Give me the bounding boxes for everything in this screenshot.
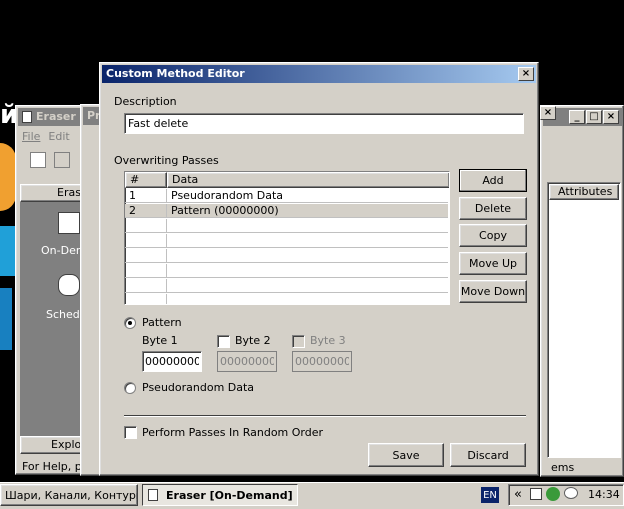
byte1-input[interactable]	[142, 351, 202, 372]
right-window[interactable]: _ □ × Attributes ems	[540, 105, 624, 477]
desktop-orange-shape	[0, 143, 16, 211]
column-header-data[interactable]: Data	[167, 172, 449, 188]
empty-row	[125, 234, 448, 248]
empty-row	[125, 249, 448, 263]
explorer-bar[interactable]: Explor	[20, 436, 88, 454]
toolbar-copy-icon[interactable]	[54, 152, 70, 168]
network-icon[interactable]	[530, 488, 542, 500]
document-icon	[148, 489, 158, 501]
document-icon	[22, 111, 32, 123]
move-down-button[interactable]: Move Down	[459, 280, 527, 303]
shield-check-icon[interactable]	[546, 487, 560, 501]
description-input[interactable]	[124, 113, 524, 134]
chat-bubble-icon[interactable]	[564, 487, 578, 499]
byte2-checkbox[interactable]	[217, 335, 230, 348]
tray-chevron-icon[interactable]: «	[514, 487, 522, 502]
pattern-label: Pattern	[142, 316, 182, 329]
taskbar-task-eraser[interactable]: Eraser [On-Demand]	[142, 484, 298, 506]
eraser-menubar: File Edit	[22, 130, 70, 143]
description-label: Description	[114, 95, 177, 108]
pseudorandom-radio[interactable]	[124, 382, 136, 394]
close-button[interactable]: ×	[603, 110, 619, 124]
maximize-button[interactable]: □	[586, 110, 602, 124]
move-up-button[interactable]: Move Up	[459, 252, 527, 275]
table-row[interactable]: 1 Pseudorandom Data	[125, 189, 448, 203]
save-button[interactable]: Save	[368, 443, 444, 467]
minimize-button[interactable]: _	[569, 110, 585, 124]
pseudorandom-label: Pseudorandom Data	[142, 381, 255, 394]
overwriting-passes-label: Overwriting Passes	[114, 154, 219, 167]
column-header-number[interactable]: #	[125, 172, 167, 188]
delete-button[interactable]: Delete	[459, 197, 527, 220]
toolbar-new-icon[interactable]	[30, 152, 46, 168]
on-demand-icon[interactable]	[58, 212, 80, 234]
desktop-cyan-shape-2	[0, 288, 12, 350]
back-window-close-button[interactable]: ×	[540, 106, 556, 120]
dialog-title: Custom Method Editor	[106, 67, 245, 80]
pattern-radio[interactable]	[124, 317, 136, 329]
clock[interactable]: 14:34	[588, 488, 620, 501]
byte3-input[interactable]	[292, 351, 352, 372]
random-order-label: Perform Passes In Random Order	[142, 426, 324, 439]
separator	[124, 415, 526, 417]
empty-row	[125, 294, 448, 304]
byte1-label: Byte 1	[142, 334, 178, 347]
menu-edit[interactable]: Edit	[48, 130, 69, 143]
byte2-label: Byte 2	[235, 334, 271, 347]
file-list[interactable]	[547, 182, 621, 458]
discard-button[interactable]: Discard	[450, 443, 526, 467]
empty-row	[125, 264, 448, 278]
taskbar-task-maps[interactable]: Шари, Канали, Контури, ...	[0, 484, 138, 506]
byte3-label: Byte 3	[310, 334, 346, 347]
status-items: ems	[551, 461, 575, 474]
scheduler-icon[interactable]	[58, 274, 80, 296]
byte2-input[interactable]	[217, 351, 277, 372]
dialog-close-button[interactable]: ×	[518, 67, 534, 81]
passes-list[interactable]: # Data 1 Pseudorandom Data 2 Pattern (00…	[124, 171, 450, 305]
desktop-cyan-shape	[0, 226, 16, 276]
add-button[interactable]: Add	[459, 169, 527, 192]
byte3-checkbox[interactable]	[292, 335, 305, 348]
menu-file[interactable]: File	[22, 130, 40, 143]
empty-row	[125, 219, 448, 233]
random-order-checkbox[interactable]	[124, 426, 137, 439]
empty-row	[125, 279, 448, 293]
language-indicator[interactable]: EN	[481, 487, 499, 503]
copy-button[interactable]: Copy	[459, 224, 527, 247]
table-row-selected[interactable]: 2 Pattern (00000000)	[125, 204, 448, 218]
attributes-column-header[interactable]: Attributes	[549, 184, 619, 200]
custom-method-editor-dialog[interactable]: Custom Method Editor × Description Overw…	[99, 62, 539, 476]
erase-header: Erase	[20, 184, 88, 202]
